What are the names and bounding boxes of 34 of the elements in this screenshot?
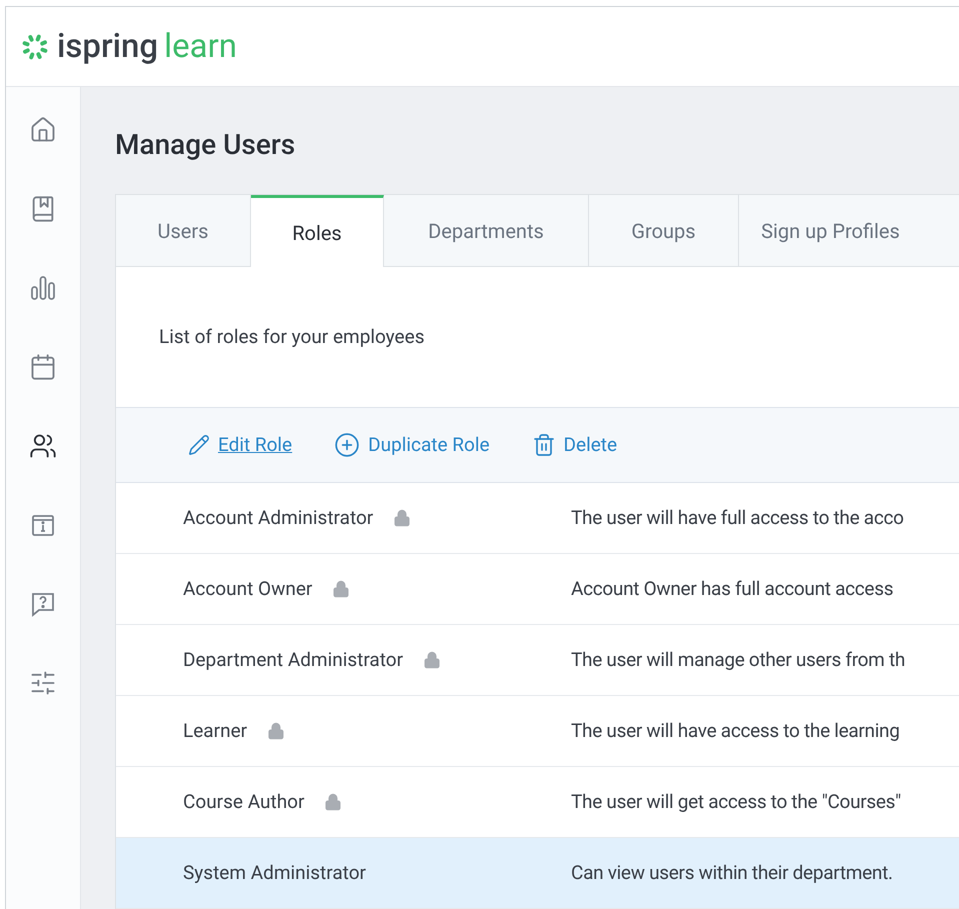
bar-chart-icon[interactable] xyxy=(29,274,57,302)
role-name: System Administrator xyxy=(183,860,366,886)
logo-text: learn xyxy=(164,30,237,63)
role-name: Learner xyxy=(183,718,248,744)
role-name: Course Author xyxy=(183,788,304,815)
description-text: List of roles for your employees xyxy=(159,324,424,350)
tab[interactable]: Groups xyxy=(589,195,739,267)
role-name: Department Administrator xyxy=(183,646,404,673)
logo-text: ispring xyxy=(57,30,158,63)
role-description: Can view users within their department. xyxy=(571,860,893,886)
role-description: The user will get access to the "Courses" xyxy=(571,788,901,815)
tab[interactable]: Roles xyxy=(251,195,384,267)
role-description: The user will have access to the learning xyxy=(571,718,900,744)
logo-icon xyxy=(21,32,49,60)
delete-button[interactable]: Delete xyxy=(532,430,618,460)
trash-icon xyxy=(532,433,556,457)
tab[interactable]: Sign up Profiles xyxy=(739,195,959,267)
role-name: Account Administrator xyxy=(183,504,374,531)
page-title: Manage Users xyxy=(115,131,296,163)
users-icon[interactable] xyxy=(29,432,57,460)
calendar-icon[interactable] xyxy=(29,353,57,381)
role-description: The user will have full access to the acco xyxy=(571,504,904,531)
role-name: Account Owner xyxy=(183,576,312,602)
home-icon[interactable] xyxy=(29,116,57,144)
edit-button[interactable]: Edit Role xyxy=(188,430,292,460)
role-description: Account Owner has full account access xyxy=(571,576,894,602)
settings-icon[interactable] xyxy=(29,669,57,697)
help-icon[interactable] xyxy=(29,590,57,618)
tab[interactable]: Departments xyxy=(384,195,589,267)
role-row[interactable]: System Administrator Can view users within their department. xyxy=(116,838,959,909)
role-description: The user will manage other users from th xyxy=(571,646,906,673)
plus-circle-icon xyxy=(334,432,360,458)
duplicate-button[interactable]: Duplicate Role xyxy=(334,430,490,460)
pencil-icon xyxy=(188,434,210,456)
